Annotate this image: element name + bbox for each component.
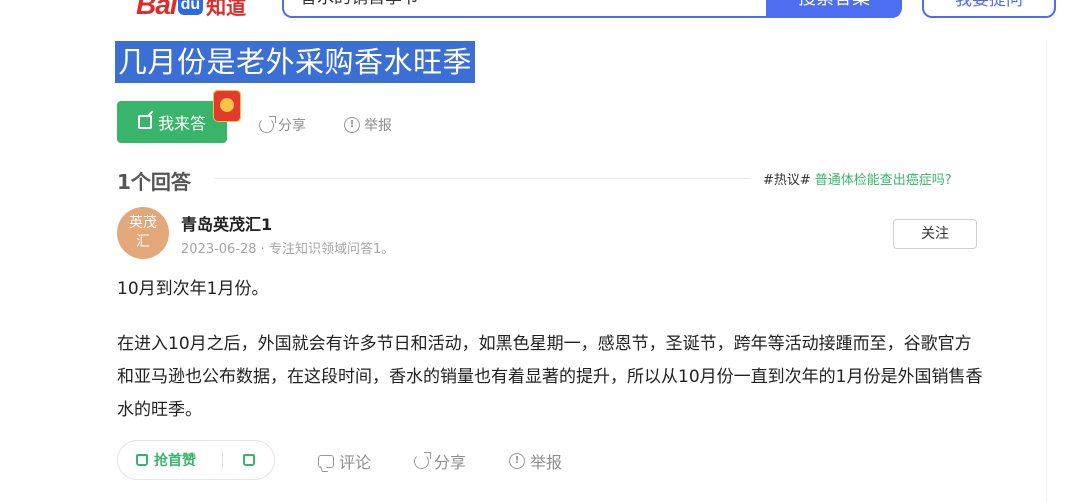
edit-icon xyxy=(137,115,152,129)
answer-lead: 10月到次年1月份。 xyxy=(117,279,269,299)
question-title: 几月份是老外采购香水旺季 xyxy=(115,41,476,83)
hot-topic[interactable]: #热议# 普通体检能查出癌症吗? xyxy=(763,169,952,188)
report-icon: ! xyxy=(509,453,525,469)
header-rule xyxy=(214,178,750,179)
follow-button[interactable]: 关注 xyxy=(893,219,977,249)
logo-bai: Bai xyxy=(136,0,178,20)
author-name[interactable]: 青岛英茂汇1 xyxy=(181,211,272,235)
answer-report-button[interactable]: ! 举报 xyxy=(509,449,562,473)
answer-button[interactable]: 我来答 xyxy=(117,101,227,143)
question-report-label: 举报 xyxy=(364,118,392,134)
question-share-button[interactable]: 分享 xyxy=(259,115,306,135)
answer-meta: 2023-06-28 · 专注知识领域问答1。 xyxy=(181,242,395,257)
logo-zhidao: 知道 xyxy=(206,0,247,19)
comment-label: 评论 xyxy=(339,453,372,472)
coin-icon xyxy=(220,98,234,112)
answer-share-label: 分享 xyxy=(434,453,467,472)
answer-share-button[interactable]: 分享 xyxy=(414,449,466,473)
upvote-label: 抢首赞 xyxy=(154,453,196,469)
search-input[interactable]: 香水的销售季节 xyxy=(282,0,766,18)
logo-paw-icon: du xyxy=(177,0,204,15)
upvote-button[interactable]: 抢首赞 xyxy=(118,450,222,470)
report-icon: ! xyxy=(344,117,360,133)
share-icon xyxy=(414,451,431,469)
share-icon xyxy=(259,115,276,133)
hot-topic-link[interactable]: 普通体检能查出癌症吗? xyxy=(815,173,952,188)
comment-icon xyxy=(318,454,334,468)
answer-button-label: 我来答 xyxy=(157,114,206,133)
question-share-label: 分享 xyxy=(278,118,306,134)
search-answer-button[interactable]: 搜索答案 xyxy=(766,0,902,18)
vote-group: 抢首赞 xyxy=(117,440,275,480)
answer-body: 在进入10月之后，外国就会有许多节日和活动，如黑色星期一，感恩节，圣诞节，跨年等… xyxy=(117,334,983,420)
downvote-button[interactable] xyxy=(223,451,274,470)
avatar[interactable]: 英茂汇 xyxy=(117,207,169,259)
thumbs-down-icon xyxy=(242,453,255,466)
question-report-button[interactable]: ! 举报 xyxy=(344,115,392,135)
red-packet-icon[interactable] xyxy=(213,90,241,122)
content-divider xyxy=(1046,40,1047,502)
baidu-zhidao-logo[interactable]: Bai du 知道 xyxy=(136,0,246,20)
thumbs-up-icon xyxy=(136,454,148,466)
answer-count: 1个回答 xyxy=(117,170,191,194)
ask-question-button[interactable]: 我要提问 xyxy=(922,0,1056,18)
hot-topic-tag: #热议# xyxy=(763,173,811,188)
comment-button[interactable]: 评论 xyxy=(318,449,371,473)
answer-report-label: 举报 xyxy=(530,453,563,472)
